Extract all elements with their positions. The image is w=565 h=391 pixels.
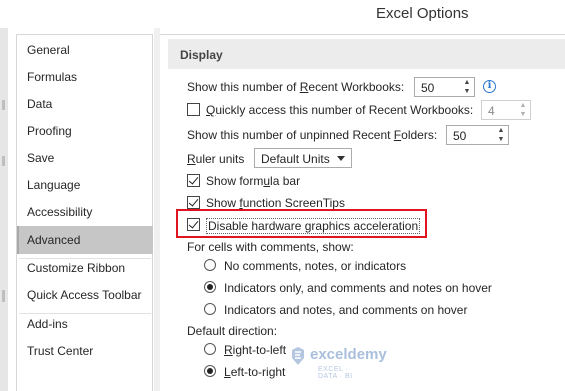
formula-bar-label: Show formula bar (206, 174, 301, 188)
dropdown-value: Default Units (261, 152, 330, 166)
radio-left-to-right-label: Left-to-right (224, 365, 286, 379)
spinner-value: 4 (488, 104, 495, 118)
radio-indicators-and-notes[interactable] (204, 303, 216, 315)
chevron-down-icon (337, 156, 345, 161)
exceldemy-watermark: exceldemy EXCEL · DATA · BI (288, 344, 387, 380)
edge-mark (2, 100, 5, 110)
nav-item-general[interactable]: General (17, 37, 153, 64)
watermark-name: exceldemy (310, 346, 387, 363)
radio-no-comments[interactable] (204, 259, 216, 271)
radio-indicators-only[interactable] (204, 281, 216, 293)
nav-item-quick-access-toolbar[interactable]: Quick Access Toolbar (17, 282, 153, 309)
radio-right-to-left-label: Right-to-left (224, 343, 287, 357)
radio-no-comments-label: No comments, notes, or indicators (224, 259, 407, 273)
ruler-units-dropdown[interactable]: Default Units (254, 148, 352, 168)
edge-mark (2, 290, 5, 302)
spinner-arrows[interactable]: ▲ ▼ (462, 78, 472, 96)
watermark-tagline: EXCEL · DATA · BI (318, 366, 353, 380)
background-window-edge (0, 28, 8, 391)
recent-workbooks-spinner[interactable]: 50 ▲ ▼ (414, 77, 475, 97)
quick-access-label: Quickly access this number of Recent Wor… (206, 103, 474, 117)
ruler-units-label: Ruler units (187, 152, 245, 166)
section-title: Display (180, 48, 223, 62)
nav-item-customize-ribbon[interactable]: Customize Ribbon (17, 255, 153, 282)
spinner-arrows: ▲ ▼ (519, 102, 527, 118)
nav-item-data[interactable]: Data (17, 91, 153, 118)
nav-item-accessibility[interactable]: Accessibility (17, 199, 153, 226)
title-bar: Excel Options (0, 0, 565, 28)
nav-item-save[interactable]: Save (17, 145, 153, 172)
section-header-display: Display (168, 39, 565, 69)
highlight-box (176, 209, 427, 238)
formula-bar-checkbox[interactable] (187, 174, 200, 187)
nav-item-add-ins[interactable]: Add-ins (17, 311, 153, 338)
window-title: Excel Options (376, 5, 469, 22)
direction-group-label: Default direction: (187, 324, 278, 338)
radio-indicators-only-label: Indicators only, and comments and notes … (224, 281, 492, 295)
unpinned-folders-label: Show this number of unpinned Recent Fold… (187, 128, 438, 142)
options-nav: General Formulas Data Proofing Save Lang… (16, 34, 153, 391)
quick-access-checkbox[interactable] (187, 103, 200, 116)
quick-access-spinner: 4 ▲ ▼ (481, 100, 531, 120)
info-icon[interactable]: i (483, 80, 496, 93)
exceldemy-logo-icon (292, 347, 304, 365)
radio-right-to-left[interactable] (204, 343, 216, 355)
radio-indicators-and-notes-label: Indicators and notes, and comments on ho… (224, 303, 468, 317)
comments-group-label: For cells with comments, show: (187, 240, 354, 254)
edge-mark (2, 156, 5, 166)
spinner-value: 50 (421, 81, 435, 95)
nav-item-formulas[interactable]: Formulas (17, 64, 153, 91)
nav-item-advanced[interactable]: Advanced (17, 226, 153, 254)
recent-workbooks-label: Show this number of Recent Workbooks: (187, 80, 405, 94)
spinner-arrows[interactable]: ▲ ▼ (496, 126, 506, 144)
screentips-checkbox[interactable] (187, 196, 200, 209)
nav-item-language[interactable]: Language (17, 172, 153, 199)
nav-item-trust-center[interactable]: Trust Center (17, 338, 153, 365)
radio-left-to-right[interactable] (204, 365, 216, 377)
spinner-value: 50 (453, 129, 467, 143)
unpinned-folders-spinner[interactable]: 50 ▲ ▼ (446, 125, 509, 145)
screentips-label: Show function ScreenTips (206, 196, 345, 210)
nav-item-proofing[interactable]: Proofing (17, 118, 153, 145)
